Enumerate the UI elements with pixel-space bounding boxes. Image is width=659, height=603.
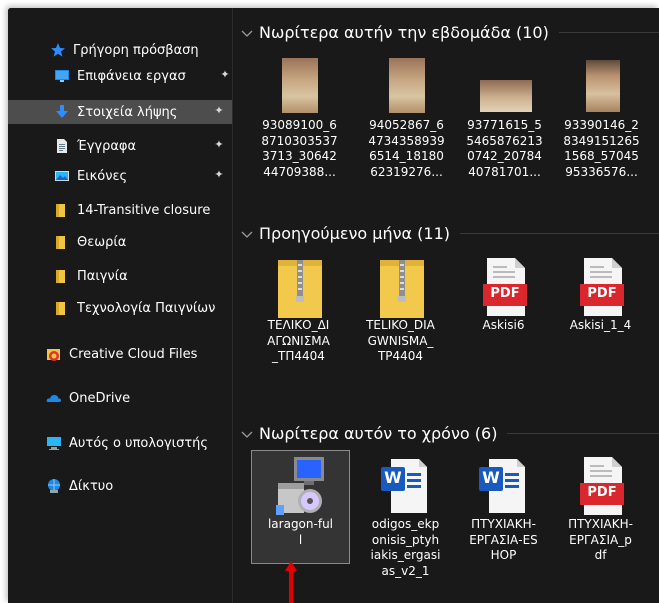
sidebar-item-onedrive[interactable]: OneDrive xyxy=(46,386,232,410)
group-header-last-month[interactable]: Προηγούμενο μήνα (11) xyxy=(233,218,659,248)
sidebar-item-label: OneDrive xyxy=(69,390,131,406)
file-item-word-ptyxiaki-eshop[interactable]: W ΠΤΥΧΙΑΚΗ- ΕΡΓΑΣΙΑ-ΕS HOP xyxy=(455,451,552,564)
file-item-photo-2[interactable]: 94052867_6 4734358939 6514_18180 62319276..… xyxy=(358,52,455,180)
group-header-this-week[interactable]: Νωρίτερα αυτήν την εβδομάδα (10) xyxy=(233,17,659,47)
word-badge: W xyxy=(384,468,402,487)
sidebar-item-folder-paignia[interactable]: Παιγνία xyxy=(54,264,232,288)
group-divider xyxy=(558,31,659,33)
image-thumbnail xyxy=(480,80,532,112)
group-header-this-year[interactable]: Νωρίτερα αυτόν το χρόνο (6) xyxy=(233,418,659,448)
file-item-photo-4[interactable]: 93390146_2 8349151265 1568_57045 95336576..… xyxy=(553,52,650,180)
pin-icon: ✦ xyxy=(214,138,224,151)
sidebar-item-label: Creative Cloud Files xyxy=(69,346,198,362)
file-item-pdf-askisi6[interactable]: PDF Askisi6 xyxy=(455,252,552,334)
file-name: laragon-ful l xyxy=(267,517,334,547)
file-name: TELIKO_DIA GWNISMA_ TP4404 xyxy=(366,318,435,363)
pin-icon: ✦ xyxy=(220,68,230,81)
sidebar-item-label: Παιγνία xyxy=(77,268,128,284)
group-title: Νωρίτερα αυτόν το χρόνο (6) xyxy=(259,423,498,443)
image-thumbnail xyxy=(389,58,425,113)
file-item-pdf-ptyxiaki-pdf[interactable]: PDF ΠΤΥΧΙΑΚΗ- ΕΡΓΑΣΙΑ_p df xyxy=(552,451,649,564)
sidebar-item-label: Τεχνολογία Παιγνίων xyxy=(77,300,216,316)
pin-icon: ✦ xyxy=(214,104,224,117)
folder-icon xyxy=(54,300,70,316)
sidebar-item-label: Έγγραφα xyxy=(77,138,137,154)
file-item-photo-3[interactable]: 93771615_5 5465876213 0742_20784 40781701..… xyxy=(456,52,553,180)
pdf-badge: PDF xyxy=(490,286,520,301)
chevron-down-icon xyxy=(241,23,255,42)
zip-folder-icon xyxy=(380,260,424,318)
group-divider xyxy=(460,232,659,234)
group-title: Νωρίτερα αυτήν την εβδομάδα (10) xyxy=(259,22,549,42)
annotation-arrow xyxy=(285,561,297,603)
file-name: odigos_ekp onisis_ptyh iakis_ergasi as_v2_1 xyxy=(370,517,441,578)
sidebar-item-pictures[interactable]: Εικόνες ✦ xyxy=(54,164,232,188)
file-name: ΠΤΥΧΙΑΚΗ- ΕΡΓΑΣΙΑ-ΕS HOP xyxy=(469,517,538,562)
file-name: Askisi6 xyxy=(482,318,525,332)
image-thumbnail xyxy=(282,58,318,113)
onedrive-icon xyxy=(46,390,62,406)
group-title: Προηγούμενο μήνα (11) xyxy=(259,223,451,243)
chevron-down-icon xyxy=(241,224,255,243)
folder-icon xyxy=(54,268,70,284)
file-list: Νωρίτερα αυτήν την εβδομάδα (10) 9308910… xyxy=(233,8,659,603)
folder-icon xyxy=(54,202,70,218)
pdf-badge: PDF xyxy=(587,485,617,500)
folder-icon xyxy=(54,234,70,250)
creative-cloud-icon xyxy=(46,346,62,362)
star-icon xyxy=(50,42,66,58)
documents-icon xyxy=(54,138,70,154)
network-icon xyxy=(46,478,62,494)
sidebar-item-label: Αυτός ο υπολογιστής xyxy=(69,435,209,451)
sidebar-item-label: Γρήγορη πρόσβαση xyxy=(73,42,199,58)
sidebar-item-folder-transitive-closure[interactable]: 14-Transitive closure xyxy=(54,198,232,222)
sidebar-item-label: Στοιχεία λήψης xyxy=(77,104,178,120)
file-name: 93771615_5 5465876213 0742_20784 40781701..… xyxy=(466,118,543,179)
sidebar-item-creative-cloud-files[interactable]: Creative Cloud Files xyxy=(46,342,232,366)
word-badge: W xyxy=(482,468,500,487)
sidebar-item-documents[interactable]: Έγγραφα ✦ xyxy=(54,134,232,158)
file-explorer-window: Γρήγορη πρόσβαση Επιφάνεια εργασ ✦ Στοιχ… xyxy=(8,8,659,603)
installer-icon xyxy=(276,457,324,515)
zip-folder-icon xyxy=(278,260,322,318)
file-name: ΠΤΥΧΙΑΚΗ- ΕΡΓΑΣΙΑ_p df xyxy=(568,517,633,562)
file-name: 94052867_6 4734358939 6514_18180 62319276..… xyxy=(368,118,445,179)
file-item-zip-teliko-diagwnisma[interactable]: TELIKO_DIA GWNISMA_ TP4404 xyxy=(352,252,449,365)
sidebar-item-folder-technologia-paignion[interactable]: Τεχνολογία Παιγνίων xyxy=(54,296,232,320)
sidebar-item-label: Δίκτυο xyxy=(69,478,114,494)
file-name: ΤΕΛΙΚΟ_ΔΙ ΑΓΩΝΙΣΜΑ _ΤΠ4404 xyxy=(267,318,330,363)
navigation-pane: Γρήγορη πρόσβαση Επιφάνεια εργασ ✦ Στοιχ… xyxy=(8,8,232,603)
sidebar-item-quick-access[interactable]: Γρήγορη πρόσβαση xyxy=(50,38,232,62)
sidebar-item-desktop[interactable]: Επιφάνεια εργασ ✦ xyxy=(54,64,232,88)
file-item-installer-laragon-full[interactable]: laragon-ful l xyxy=(251,450,350,564)
sidebar-item-label: Επιφάνεια εργασ xyxy=(77,68,186,84)
desktop-icon xyxy=(54,68,70,84)
file-item-word-odigos-ekponisis[interactable]: W odigos_ekp onisis_ptyh iakis_ergasi as_v2… xyxy=(357,451,454,579)
image-thumbnail xyxy=(586,60,620,112)
pdf-badge: PDF xyxy=(587,286,617,301)
file-item-pdf-askisi-1-4[interactable]: PDF Askisi_1_4 xyxy=(552,252,649,334)
sidebar-item-label: 14-Transitive closure xyxy=(77,202,211,218)
pin-icon: ✦ xyxy=(214,168,224,181)
file-item-zip-teliko-diagonisma[interactable]: ΤΕΛΙΚΟ_ΔΙ ΑΓΩΝΙΣΜΑ _ΤΠ4404 xyxy=(250,252,347,365)
sidebar-item-label: Εικόνες xyxy=(77,168,128,184)
file-name: Askisi_1_4 xyxy=(569,318,632,332)
file-name: 93390146_2 8349151265 1568_57045 95336576..… xyxy=(563,118,640,179)
sidebar-item-network[interactable]: Δίκτυο xyxy=(46,474,232,498)
this-pc-icon xyxy=(46,435,62,451)
group-divider xyxy=(507,432,659,434)
sidebar-item-downloads[interactable]: Στοιχεία λήψης ✦ xyxy=(8,100,232,124)
file-name: 93089100_6 8710303537 3713_30642 44709388..… xyxy=(261,118,338,179)
sidebar-item-folder-theoria[interactable]: Θεωρία xyxy=(54,230,232,254)
sidebar-item-label: Θεωρία xyxy=(77,234,127,250)
pictures-icon xyxy=(54,168,70,184)
sidebar-item-this-pc[interactable]: Αυτός ο υπολογιστής xyxy=(46,431,232,455)
file-item-photo-1[interactable]: 93089100_6 8710303537 3713_30642 44709388..… xyxy=(251,52,348,180)
download-icon xyxy=(54,104,70,120)
chevron-down-icon xyxy=(241,424,255,443)
